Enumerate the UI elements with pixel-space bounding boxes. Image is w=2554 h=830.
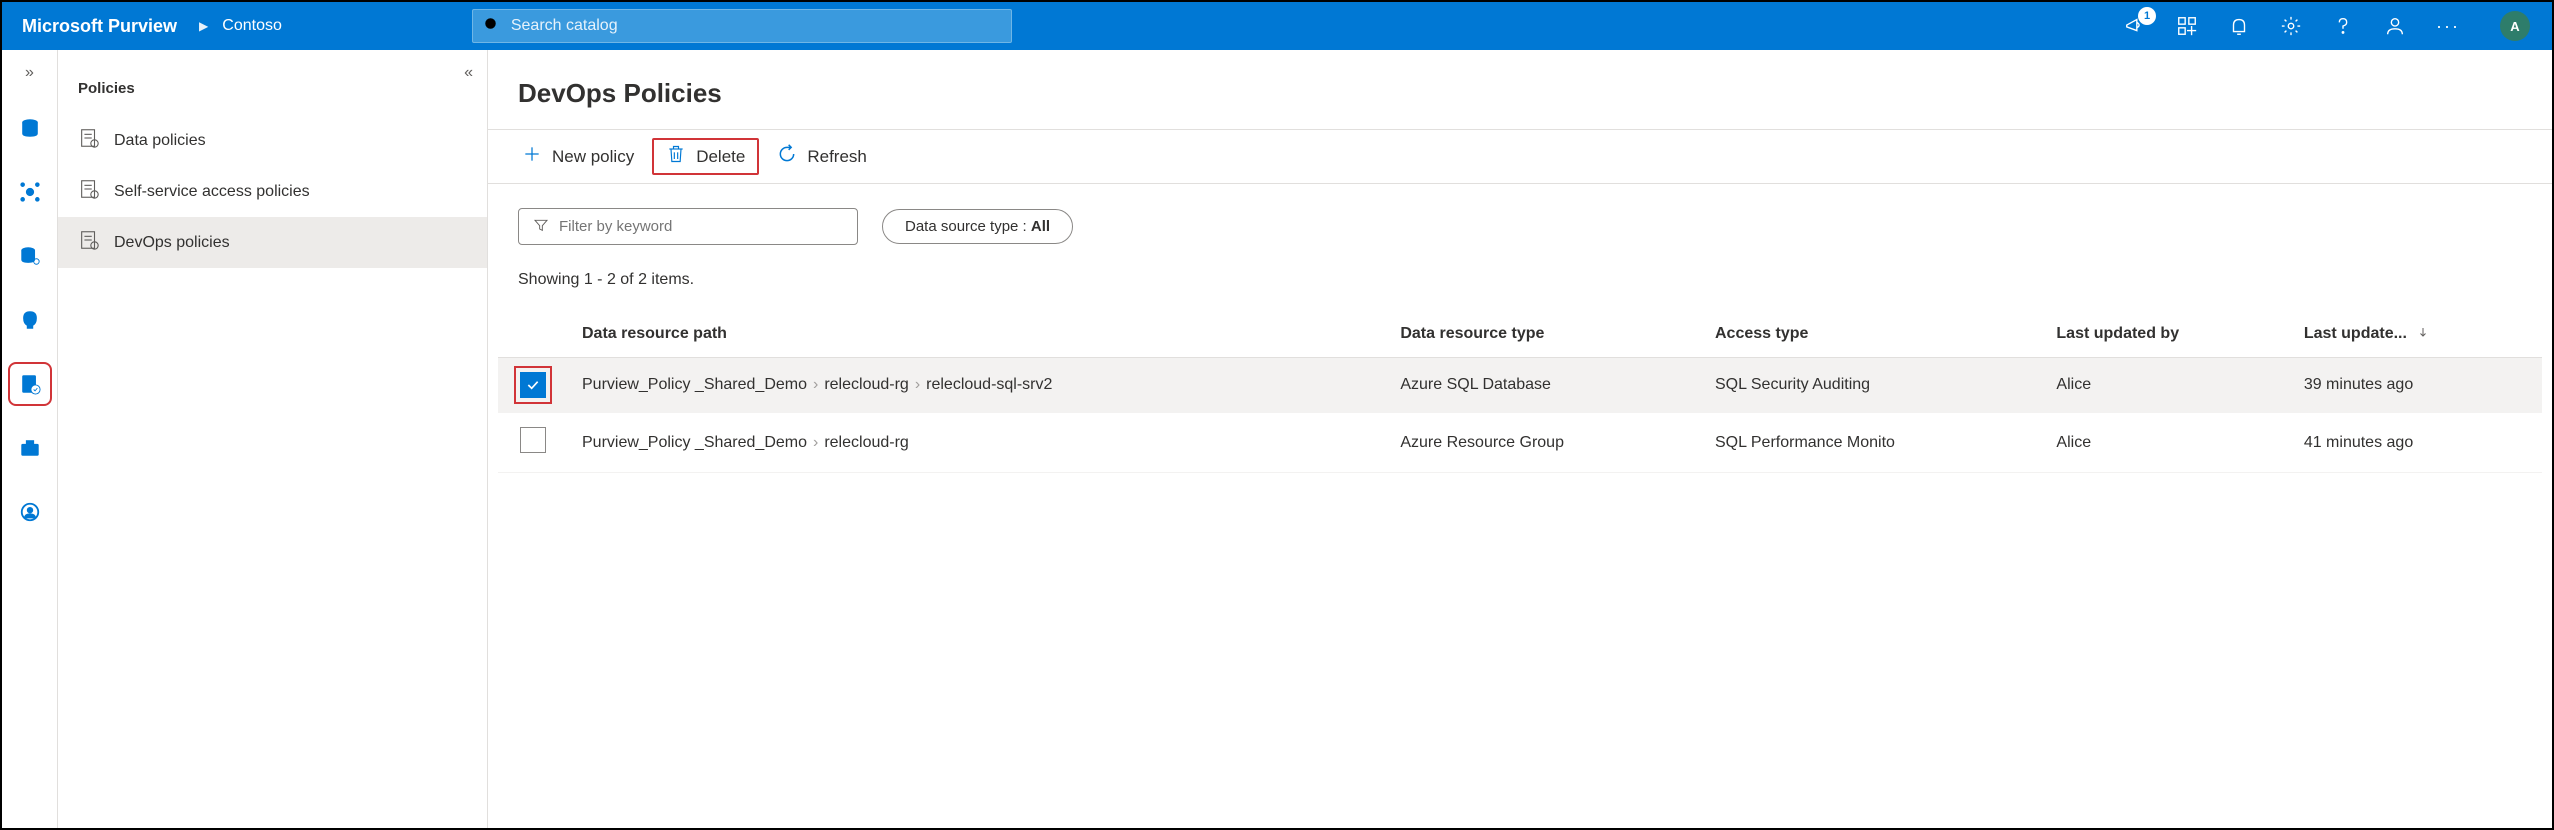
- filter-keyword-input[interactable]: [559, 218, 843, 235]
- plus-icon: [522, 144, 542, 169]
- rail-data-share[interactable]: [12, 238, 48, 274]
- rail-data-catalog[interactable]: [12, 110, 48, 146]
- collections-icon[interactable]: [2176, 15, 2198, 37]
- breadcrumb-item[interactable]: Contoso: [222, 17, 282, 35]
- col-updated-by[interactable]: Last updated by: [2042, 311, 2289, 358]
- search-icon: [483, 16, 501, 37]
- toolbar: New policy Delete Refresh: [488, 129, 2552, 184]
- policy-icon: [78, 229, 100, 256]
- refresh-icon: [777, 144, 797, 169]
- chevron-right-icon: ›: [807, 434, 824, 451]
- sidebar-item-label: DevOps policies: [114, 234, 230, 252]
- cell-updated: 39 minutes ago: [2290, 358, 2542, 413]
- cell-path: Purview_Policy _Shared_Demo›relecloud-rg: [568, 413, 1386, 473]
- sidebar-title: Policies: [58, 50, 487, 115]
- new-policy-label: New policy: [552, 147, 634, 167]
- topbar-actions: 1 ··· A: [2124, 11, 2540, 41]
- announcements-icon[interactable]: 1: [2124, 15, 2146, 37]
- rail-data-policy[interactable]: [12, 366, 48, 402]
- search-input[interactable]: [511, 17, 1001, 35]
- cell-path: Purview_Policy _Shared_Demo›relecloud-rg…: [568, 358, 1386, 413]
- sidebar-item-selfservice-policies[interactable]: Self-service access policies: [58, 166, 487, 217]
- sort-desc-icon: [2417, 325, 2429, 343]
- chevron-right-icon: ›: [909, 376, 926, 393]
- refresh-label: Refresh: [807, 147, 867, 167]
- chevron-right-icon: ›: [807, 376, 824, 393]
- notifications-icon[interactable]: [2228, 15, 2250, 37]
- cell-updated: 41 minutes ago: [2290, 413, 2542, 473]
- rail-management[interactable]: [12, 430, 48, 466]
- feedback-icon[interactable]: [2384, 15, 2406, 37]
- search-catalog[interactable]: [472, 9, 1012, 43]
- cell-updated_by: Alice: [2042, 358, 2289, 413]
- col-path[interactable]: Data resource path: [568, 311, 1386, 358]
- cell-type: Azure Resource Group: [1386, 413, 1701, 473]
- policies-table: Data resource path Data resource type Ac…: [498, 311, 2542, 473]
- row-checkbox[interactable]: [520, 427, 546, 453]
- new-policy-button[interactable]: New policy: [508, 138, 648, 175]
- col-checkbox: [498, 311, 568, 358]
- policy-icon: [78, 178, 100, 205]
- delete-button[interactable]: Delete: [652, 138, 759, 175]
- filter-type-label: Data source type :: [905, 218, 1031, 235]
- topbar: Microsoft Purview ▶ Contoso 1 ··· A: [2, 2, 2552, 50]
- rail-privacy[interactable]: [12, 494, 48, 530]
- delete-label: Delete: [696, 147, 745, 167]
- nav-rail: »: [2, 50, 58, 828]
- settings-icon[interactable]: [2280, 15, 2302, 37]
- overflow-menu-icon[interactable]: ···: [2436, 16, 2460, 37]
- breadcrumb-sep-icon: ▶: [199, 19, 208, 33]
- app-title[interactable]: Microsoft Purview: [14, 16, 185, 37]
- help-icon[interactable]: [2332, 15, 2354, 37]
- avatar[interactable]: A: [2500, 11, 2530, 41]
- rail-insights[interactable]: [12, 302, 48, 338]
- col-updated[interactable]: Last update...: [2290, 311, 2542, 358]
- sidebar-item-label: Data policies: [114, 132, 206, 150]
- col-type[interactable]: Data resource type: [1386, 311, 1701, 358]
- filter-keyword[interactable]: [518, 208, 858, 245]
- table-row[interactable]: Purview_Policy _Shared_Demo›relecloud-rg…: [498, 358, 2542, 413]
- filter-icon: [533, 217, 549, 236]
- cell-type: Azure SQL Database: [1386, 358, 1701, 413]
- sidebar-item-data-policies[interactable]: Data policies: [58, 115, 487, 166]
- policy-icon: [78, 127, 100, 154]
- rail-expand-icon[interactable]: »: [25, 64, 34, 82]
- sidebar-item-devops-policies[interactable]: DevOps policies: [58, 217, 487, 268]
- cell-updated_by: Alice: [2042, 413, 2289, 473]
- cell-access: SQL Security Auditing: [1701, 358, 2042, 413]
- row-checkbox[interactable]: [520, 372, 546, 398]
- sidebar: « Policies Data policies Self-service ac…: [58, 50, 488, 828]
- table-row[interactable]: Purview_Policy _Shared_Demo›relecloud-rg…: [498, 413, 2542, 473]
- filter-type-value: All: [1031, 218, 1050, 235]
- announcements-badge: 1: [2138, 7, 2156, 25]
- refresh-button[interactable]: Refresh: [763, 138, 881, 175]
- trash-icon: [666, 144, 686, 169]
- sidebar-item-label: Self-service access policies: [114, 183, 310, 201]
- filters-row: Data source type : All: [488, 184, 2552, 255]
- cell-access: SQL Performance Monito: [1701, 413, 2042, 473]
- rail-data-map[interactable]: [12, 174, 48, 210]
- page-title: DevOps Policies: [488, 50, 2552, 129]
- sidebar-collapse-icon[interactable]: «: [464, 64, 473, 82]
- result-count-text: Showing 1 - 2 of 2 items.: [488, 255, 2552, 311]
- filter-datasource-type[interactable]: Data source type : All: [882, 209, 1073, 244]
- main-content: DevOps Policies New policy Delete Refres…: [488, 50, 2552, 828]
- col-access[interactable]: Access type: [1701, 311, 2042, 358]
